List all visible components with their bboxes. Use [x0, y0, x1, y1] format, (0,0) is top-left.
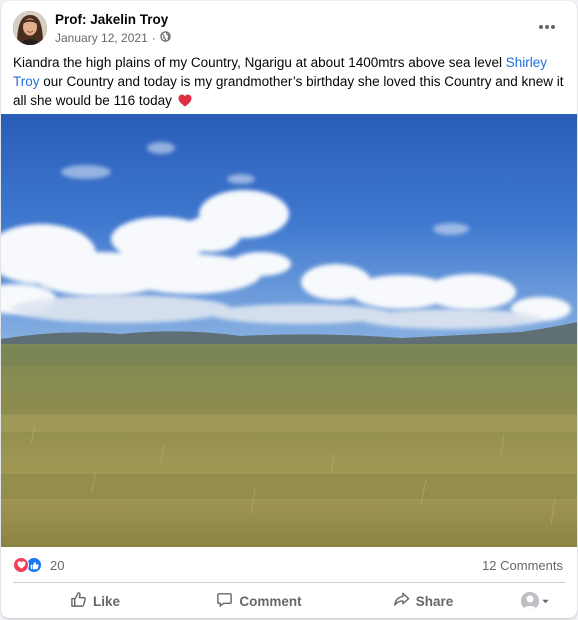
comment-bubble-icon — [216, 591, 233, 611]
post-text-part: Kiandra the high plains of my Country, N… — [13, 55, 506, 70]
audience-selector[interactable] — [505, 586, 565, 616]
share-label: Share — [415, 593, 454, 609]
thumbs-up-icon — [70, 591, 87, 611]
like-label: Like — [92, 593, 120, 609]
post-card: Prof: Jakelin Troy January 12, 2021 · Ki… — [1, 1, 577, 618]
comment-count[interactable]: 12 Comments — [482, 558, 563, 573]
chevron-down-icon — [541, 594, 550, 609]
comment-label: Comment — [239, 593, 302, 609]
post-header: Prof: Jakelin Troy January 12, 2021 · — [13, 11, 565, 51]
share-arrow-icon — [393, 591, 410, 611]
globe-icon[interactable] — [160, 31, 171, 45]
reaction-icons[interactable] — [13, 557, 42, 573]
separator-dot: · — [151, 31, 156, 45]
like-button[interactable]: Like — [13, 586, 177, 616]
reactions-bar: 20 12 Comments — [13, 557, 565, 575]
user-avatar-icon — [520, 592, 539, 610]
share-button[interactable]: Share — [341, 586, 505, 616]
author-avatar[interactable] — [13, 11, 47, 45]
red-heart-icon — [178, 93, 192, 112]
comment-button[interactable]: Comment — [177, 586, 341, 616]
post-text: Kiandra the high plains of my Country, N… — [13, 53, 565, 112]
reaction-count[interactable]: 20 — [50, 558, 64, 573]
author-name[interactable]: Prof: Jakelin Troy — [55, 12, 168, 27]
post-date[interactable]: January 12, 2021 — [55, 31, 148, 45]
post-photo[interactable] — [1, 114, 577, 547]
post-meta: January 12, 2021 · — [55, 31, 171, 45]
divider — [13, 582, 565, 583]
more-options-icon[interactable] — [535, 17, 559, 37]
post-text-part: our Country and today is my grandmother’… — [13, 74, 564, 108]
love-reaction-icon — [13, 557, 29, 573]
action-bar: Like Comment Share — [13, 585, 565, 617]
